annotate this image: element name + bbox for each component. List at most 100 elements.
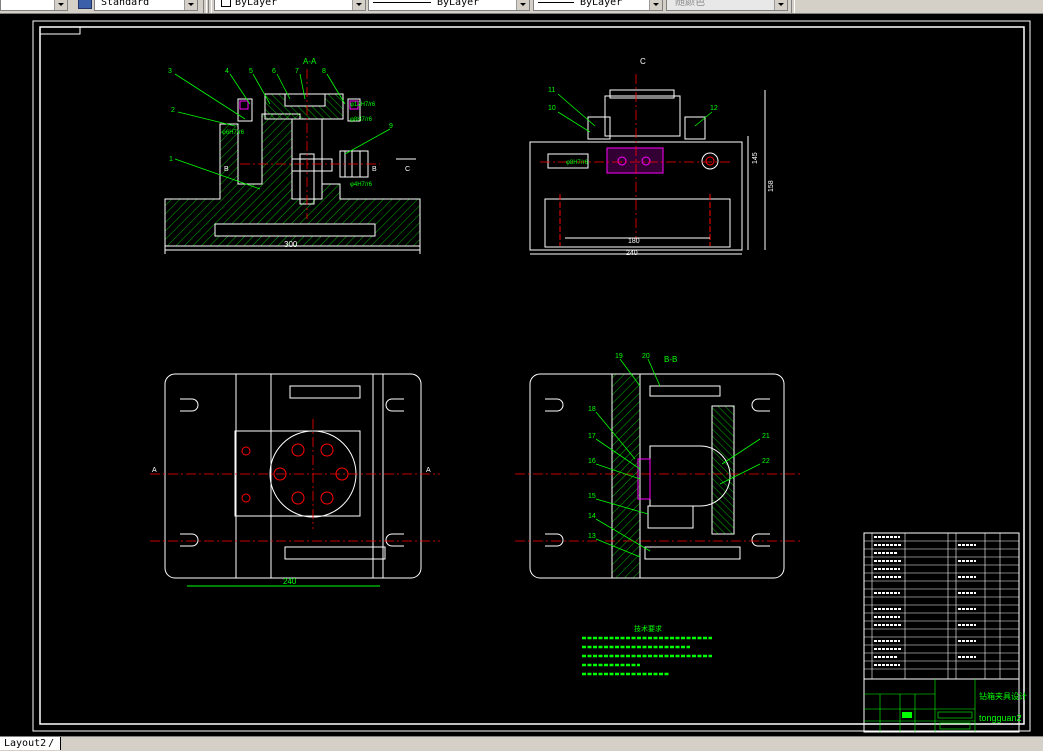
part-number: 19	[615, 353, 623, 360]
prev-combo[interactable]	[0, 0, 68, 11]
drawing-number: tongguan2	[979, 713, 1022, 723]
text-style-value: Standard	[101, 0, 150, 8]
properties-toolbar: Standard ByLayer ByLayer ByLayer 随颜色	[0, 0, 1043, 14]
tab-layout2[interactable]: Layout2	[0, 737, 62, 750]
part-number: 12	[710, 105, 718, 112]
dim-145: 145	[752, 152, 759, 164]
knob-right	[701, 152, 719, 170]
slot	[545, 398, 564, 412]
text-style-combo[interactable]: Standard	[94, 0, 198, 11]
linetype-combo[interactable]: ByLayer	[368, 0, 530, 11]
part-number: 9	[389, 123, 393, 130]
plan-rib-left	[235, 373, 272, 579]
part-number: 8	[322, 68, 326, 75]
part-number: 4	[225, 68, 229, 75]
workpiece	[606, 147, 664, 174]
cut-mark-b-right: B	[372, 166, 377, 173]
tech-req-title: 技术要求	[634, 624, 662, 633]
toolbar-separator	[791, 0, 795, 13]
part-number: 15	[588, 493, 596, 500]
dim-240-top: 240	[626, 250, 638, 257]
cut-mark-c: C	[405, 166, 410, 173]
slot	[180, 398, 199, 412]
dim-300: 300	[284, 240, 298, 249]
clamp-top	[609, 89, 675, 99]
part-number: 17	[588, 433, 596, 440]
part-number: 14	[588, 513, 596, 520]
slot	[385, 533, 404, 547]
part-number: 16	[588, 458, 596, 465]
part-number: 21	[762, 433, 770, 440]
text-style-icon[interactable]	[78, 0, 92, 9]
part-number: 5	[249, 68, 253, 75]
layer-color-combo[interactable]: ByLayer	[214, 0, 366, 11]
plotstyle-combo[interactable]: 随颜色	[666, 0, 788, 11]
fit-callout: φ6H7/r6	[222, 130, 245, 136]
sheet-inner-border	[39, 26, 1025, 725]
part-number: 11	[548, 87, 555, 94]
pin-left	[239, 100, 249, 110]
title-cells	[902, 711, 973, 730]
clamp-head	[604, 95, 681, 137]
chevron-down-icon[interactable]	[649, 0, 662, 10]
lineweight-value: ByLayer	[580, 0, 623, 8]
slot	[751, 533, 770, 547]
slot	[180, 533, 199, 547]
view-plan: A A 240	[150, 373, 440, 587]
screw-rod-bottom	[284, 546, 386, 560]
rod-bottom	[644, 546, 741, 560]
chevron-down-icon[interactable]	[352, 0, 365, 10]
lineweight-combo[interactable]: ByLayer	[533, 0, 663, 11]
fit-callout: φ8H7/r6	[566, 160, 589, 166]
screw-rod-top	[289, 385, 361, 399]
section-aa-label: A-A	[303, 57, 317, 66]
slot	[751, 398, 770, 412]
hatched-wall-right	[711, 405, 735, 535]
dim-158: 158	[768, 180, 775, 192]
layer-color-value: ByLayer	[235, 0, 278, 8]
drawing-name: 钻箱夹具设计	[979, 691, 1027, 701]
base-slot	[214, 223, 376, 237]
color-swatch-icon	[221, 0, 231, 7]
corner-mark	[40, 27, 81, 35]
part-number: 7	[295, 68, 299, 75]
fit-callout: φ4H7/r6	[350, 182, 373, 188]
title-block: 钻箱夹具设计 tongguan2	[863, 532, 1027, 733]
cut-mark-a-left: A	[152, 467, 157, 474]
cut-mark-b-left: B	[224, 166, 229, 173]
leaders-c	[557, 93, 713, 133]
toolbar-separator	[203, 0, 207, 13]
plotstyle-value: 随颜色	[675, 0, 705, 8]
layout-tab-bar: Layout2	[0, 736, 1043, 751]
chevron-down-icon[interactable]	[774, 0, 787, 10]
part-number: 20	[642, 353, 650, 360]
chevron-down-icon[interactable]	[184, 0, 197, 10]
fit-callout: φ12H7/r6	[350, 102, 376, 108]
part-number: 13	[588, 533, 596, 540]
lineweight-preview	[538, 1, 574, 3]
support	[647, 505, 694, 529]
view-c-label: C	[640, 57, 646, 66]
fit-callout: φ8H7/r6	[350, 117, 373, 123]
section-bb-label: B-B	[664, 355, 677, 364]
drawing-canvas[interactable]: A-A 300 B B C φ12H7/r6 φ8H7/r6 φ4H7/r6 φ…	[0, 14, 1043, 736]
cad-drawing: A-A 300 B B C φ12H7/r6 φ8H7/r6 φ4H7/r6 φ…	[32, 20, 1031, 733]
dim-240-plan: 240	[283, 577, 297, 586]
rod-top	[649, 385, 721, 397]
slot	[385, 398, 404, 412]
part-number: 22	[762, 458, 770, 465]
parts-list-text	[874, 536, 976, 666]
view-c: C 180 240 145 158 φ8H7/r6 10 11 12	[529, 57, 775, 257]
linetype-preview	[373, 1, 431, 3]
view-section-aa: A-A 300 B B C φ12H7/r6 φ8H7/r6 φ4H7/r6 φ…	[164, 57, 421, 254]
part-numbers-c: 10 11 12	[548, 87, 718, 112]
part-number: 2	[171, 107, 175, 114]
chevron-down-icon[interactable]	[516, 0, 529, 10]
part-number: 10	[548, 105, 556, 112]
part-number: 18	[588, 406, 596, 413]
chevron-down-icon[interactable]	[54, 0, 67, 10]
slot	[545, 533, 564, 547]
tech-req-text-lines	[582, 636, 712, 676]
knob-center	[705, 156, 715, 166]
toolbar-separator	[208, 0, 212, 13]
